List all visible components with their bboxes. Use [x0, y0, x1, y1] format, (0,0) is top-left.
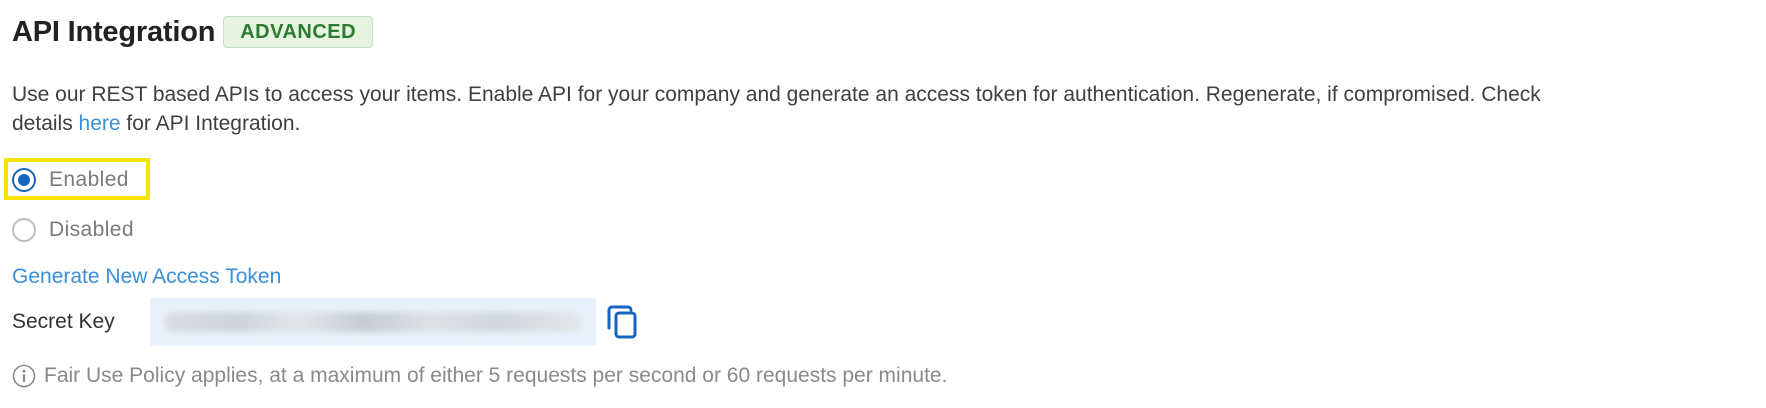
radio-option-enabled[interactable]: Enabled [12, 163, 129, 197]
info-icon [12, 364, 36, 388]
title-row: API Integration ADVANCED [12, 12, 374, 52]
description-line-1: Use our REST based APIs to access your i… [12, 83, 1541, 106]
disabled-radio-label[interactable]: Disabled [49, 218, 134, 242]
secret-key-row: Secret Key [12, 296, 640, 348]
enabled-radio-label[interactable]: Enabled [49, 168, 129, 192]
radio-option-disabled[interactable]: Disabled [12, 213, 134, 247]
copy-icon[interactable] [606, 303, 640, 341]
secret-key-blurred-value [164, 312, 582, 332]
section-title: API Integration [12, 15, 216, 48]
advanced-badge: ADVANCED [223, 16, 374, 48]
disabled-radio-button[interactable] [12, 218, 36, 242]
fair-use-text: Fair Use Policy applies, at a maximum of… [44, 364, 948, 387]
section-description: Use our REST based APIs to access your i… [12, 80, 1766, 138]
details-here-link[interactable]: here [79, 112, 121, 135]
fair-use-note: Fair Use Policy applies, at a maximum of… [12, 364, 947, 388]
secret-key-field[interactable] [150, 298, 596, 346]
api-integration-section: API Integration ADVANCED Use our REST ba… [4, 0, 1766, 408]
description-prefix: details [12, 112, 79, 135]
generate-token-link[interactable]: Generate New Access Token [12, 265, 281, 289]
description-suffix: for API Integration. [120, 112, 301, 135]
secret-key-label: Secret Key [12, 310, 115, 333]
description-line-2: details here for API Integration. [12, 109, 1766, 138]
enabled-radio-button[interactable] [12, 168, 36, 192]
